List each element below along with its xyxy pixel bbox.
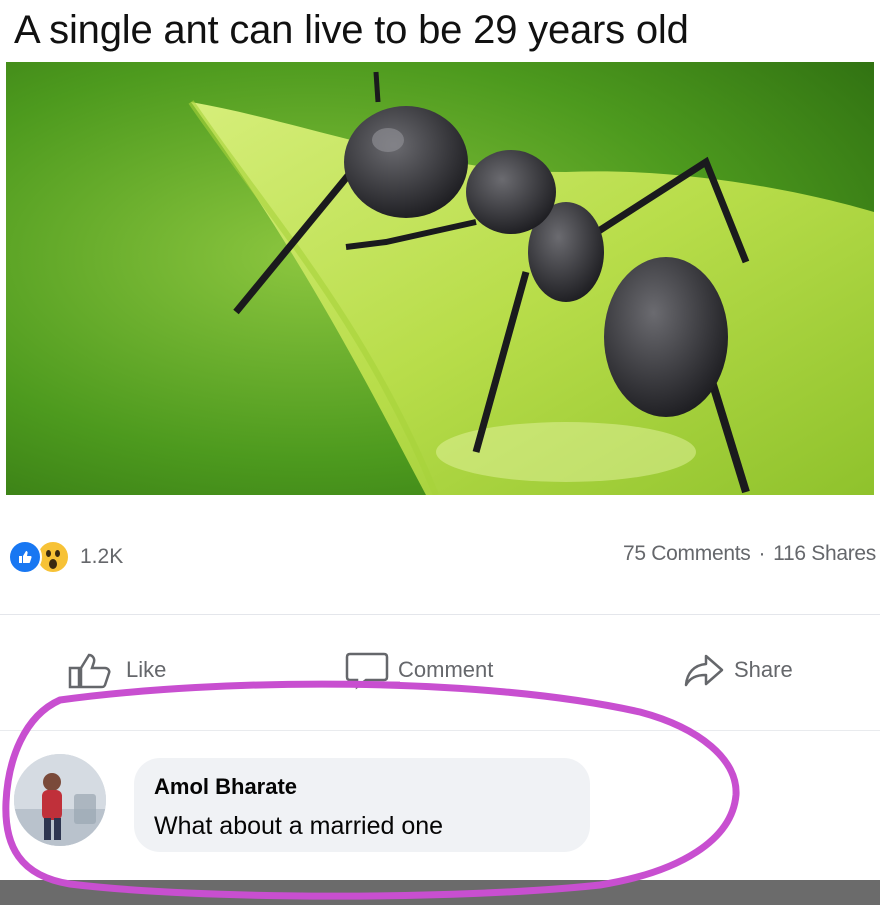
comment-author[interactable]: Amol Bharate xyxy=(154,774,297,800)
comment-bubble-icon xyxy=(345,652,389,690)
like-reaction-icon xyxy=(8,540,42,574)
post-action-bar: Like Comment Share xyxy=(0,640,880,700)
bottom-bar xyxy=(0,880,880,905)
comment-bubble: Amol Bharate What about a married one xyxy=(134,758,590,852)
meme-headline: A single ant can live to be 29 years old xyxy=(14,8,689,52)
share-label: Share xyxy=(734,657,793,682)
stats-separator: · xyxy=(758,542,766,565)
comments-count-link[interactable]: 75 Comments xyxy=(623,542,751,565)
reaction-count: 1.2K xyxy=(80,545,124,568)
reaction-summary[interactable]: 1.2K xyxy=(8,538,123,576)
share-arrow-icon xyxy=(684,654,724,687)
thumbs-up-icon xyxy=(68,653,111,689)
like-button[interactable]: Like xyxy=(66,640,166,700)
comment-label: Comment xyxy=(398,657,494,682)
commenter-avatar[interactable] xyxy=(14,754,106,846)
comment-button[interactable]: Comment xyxy=(344,640,493,700)
shares-count-link[interactable]: 116 Shares xyxy=(773,542,876,565)
comments-divider xyxy=(0,730,880,731)
share-button[interactable]: Share xyxy=(682,640,793,700)
ant-photo xyxy=(6,62,874,495)
comment-text: What about a married one xyxy=(154,812,444,840)
like-label: Like xyxy=(126,657,167,682)
engagement-stats: 75 Comments · 116 Shares xyxy=(623,542,876,566)
stats-divider xyxy=(0,614,880,615)
